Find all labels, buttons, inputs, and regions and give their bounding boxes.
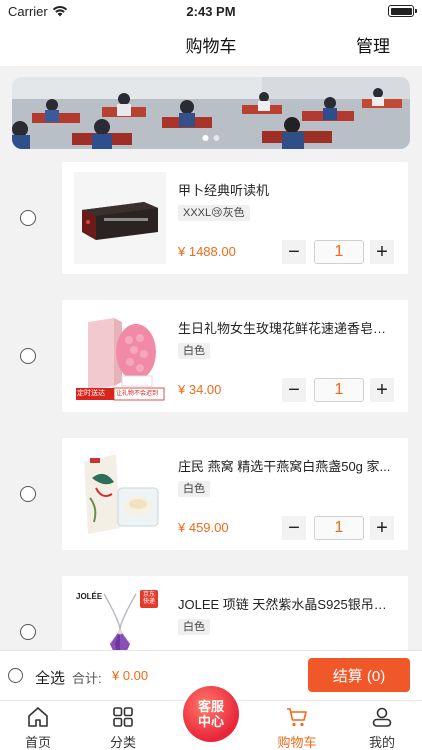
quantity-decrement-button[interactable]: −	[282, 240, 306, 264]
tab-category[interactable]: 分类	[93, 705, 153, 750]
quantity-increment-button[interactable]: +	[370, 516, 394, 540]
user-icon	[372, 707, 392, 727]
banner-pagination	[202, 135, 220, 141]
flowers-image	[74, 310, 166, 402]
cart-item: 定时送达 让礼物不会迟到 生日礼物女生玫瑰花鲜花速递香皂花... 白色 ¥ 34…	[0, 300, 422, 412]
thumb-caption-right: 让礼物不会迟到	[116, 391, 159, 397]
banner-dot[interactable]	[213, 135, 220, 141]
product-title: JOLEE 项链 天然紫水晶S925银吊坠...	[178, 597, 392, 612]
product-price: ¥ 34.00	[178, 382, 222, 397]
carrier-label: Carrier	[8, 3, 48, 19]
tab-label: 首页	[24, 735, 51, 750]
cart-item-card[interactable]: 庄民 燕窝 精选干燕窝白燕盏50g 家... 白色 ¥ 459.00 − 1 +	[62, 438, 408, 550]
checkout-button[interactable]: 结算 (0)	[308, 658, 410, 692]
cart-item-card[interactable]: 定时送达 让礼物不会迟到 生日礼物女生玫瑰花鲜花速递香皂花... 白色 ¥ 34…	[62, 300, 408, 412]
quantity-input[interactable]: 1	[314, 378, 364, 402]
manage-button[interactable]: 管理	[356, 32, 390, 57]
cart-item: 甲卜经典听读机 XXXL😢灰色 ¥ 1488.00 − 1 +	[0, 162, 422, 274]
service-label-line2: 中心	[197, 714, 224, 729]
promo-banner[interactable]	[12, 77, 410, 149]
total-label: 合计:	[72, 671, 102, 686]
tab-home[interactable]: 首页	[8, 705, 68, 750]
product-spec: 白色	[178, 481, 210, 497]
select-all-radio[interactable]	[8, 668, 23, 683]
product-title: 庄民 燕窝 精选干燕窝白燕盏50g 家...	[178, 459, 391, 474]
tab-label: 购物车	[277, 735, 317, 750]
cart-item-card[interactable]: JOLÉE 京东快递 JOLEE 项链 天然紫水晶S925银吊坠... 白色	[62, 576, 408, 650]
quantity-increment-button[interactable]: +	[370, 240, 394, 264]
wifi-icon	[52, 6, 67, 17]
tab-profile[interactable]: 我的	[352, 705, 412, 750]
total-value: ¥ 0.00	[112, 668, 149, 683]
tab-label: 我的	[368, 735, 395, 750]
speaker-image	[74, 172, 166, 264]
item-select-radio[interactable]	[20, 624, 36, 640]
cart-content[interactable]: 甲卜经典听读机 XXXL😢灰色 ¥ 1488.00 − 1 + 定时送达 让礼物…	[0, 66, 422, 650]
quantity-increment-button[interactable]: +	[370, 378, 394, 402]
item-select-radio[interactable]	[20, 486, 36, 502]
thumb-brand: JOLÉE	[76, 592, 103, 601]
thumb-caption-left: 定时送达	[77, 390, 105, 397]
thumb-badge: 京东快递	[142, 592, 155, 605]
clock: 2:43 PM	[186, 3, 236, 19]
home-icon	[28, 707, 48, 727]
quantity-input[interactable]: 1	[314, 516, 364, 540]
quantity-input[interactable]: 1	[314, 240, 364, 264]
tab-cart[interactable]: 购物车	[267, 705, 327, 750]
status-left: Carrier	[8, 4, 68, 19]
product-spec: 白色	[178, 343, 210, 359]
tab-label: 分类	[109, 735, 136, 750]
product-title: 甲卜经典听读机	[178, 183, 270, 198]
product-title: 生日礼物女生玫瑰花鲜花速递香皂花...	[178, 321, 392, 336]
product-price: ¥ 1488.00	[178, 244, 236, 259]
cart-item: 庄民 燕窝 精选干燕窝白燕盏50g 家... 白色 ¥ 459.00 − 1 +	[0, 438, 422, 550]
product-image[interactable]	[74, 448, 166, 540]
item-select-radio[interactable]	[20, 210, 36, 226]
customer-service-button[interactable]: 客服 中心	[183, 686, 239, 742]
service-label-line1: 客服	[197, 699, 224, 714]
quantity-decrement-button[interactable]: −	[282, 516, 306, 540]
cart-item-card[interactable]: 甲卜经典听读机 XXXL😢灰色 ¥ 1488.00 − 1 +	[62, 162, 408, 274]
product-image[interactable]: JOLÉE 京东快递	[74, 586, 166, 650]
status-bar: Carrier 2:43 PM	[0, 0, 422, 22]
cart-item: JOLÉE 京东快递 JOLEE 项链 天然紫水晶S925银吊坠... 白色	[0, 576, 422, 650]
cart-icon	[287, 708, 307, 727]
product-price: ¥ 459.00	[178, 520, 229, 535]
birdnest-image	[74, 448, 166, 540]
item-select-radio[interactable]	[20, 348, 36, 364]
battery-icon	[388, 5, 417, 17]
product-spec: 白色	[178, 619, 210, 635]
quantity-decrement-button[interactable]: −	[282, 378, 306, 402]
product-spec: XXXL😢灰色	[178, 205, 250, 221]
nav-bar: 购物车 管理	[0, 22, 422, 66]
banner-dot[interactable]	[202, 135, 209, 141]
select-all-label[interactable]: 全选	[35, 667, 65, 688]
product-image[interactable]: 定时送达 让礼物不会迟到	[74, 310, 166, 402]
product-image[interactable]	[74, 172, 166, 264]
grid-icon	[113, 707, 133, 727]
page-title: 购物车	[185, 36, 237, 56]
